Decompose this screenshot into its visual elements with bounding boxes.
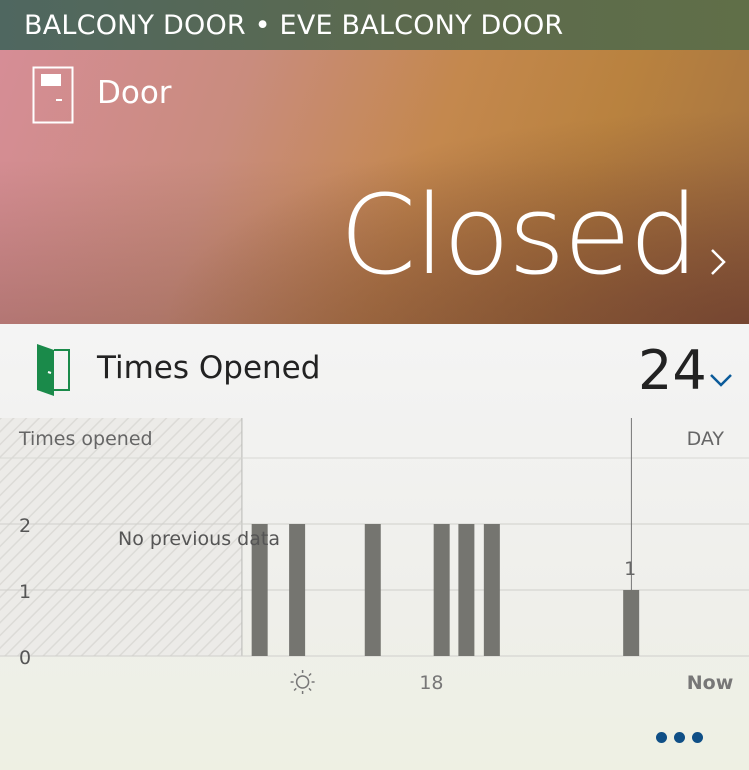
y-tick-label: 2: [19, 515, 31, 537]
metric-value[interactable]: 24: [638, 339, 707, 402]
more-icon[interactable]: [656, 730, 704, 746]
open-door-icon: [37, 344, 70, 396]
more-dot: [674, 732, 685, 743]
more-dot: [656, 732, 667, 743]
y-axis-title: Times opened: [18, 428, 153, 450]
x-tick-label: 18: [419, 672, 443, 694]
title-bar: BALCONY DOOR • EVE BALCONY DOOR: [0, 0, 749, 50]
times-opened-chart[interactable]: 0 1 2 1 18 Now Times opened DAY No previous d…: [0, 418, 749, 708]
bar: [289, 524, 306, 656]
chevron-down-icon[interactable]: [709, 372, 733, 388]
y-tick-label: 1: [19, 581, 31, 603]
accessory-type-label: Door: [97, 75, 172, 111]
door-status[interactable]: Closed: [340, 175, 699, 295]
page-title: BALCONY DOOR • EVE BALCONY DOOR: [24, 10, 564, 41]
x-tick-label: Now: [687, 672, 734, 694]
more-dot: [692, 732, 703, 743]
metric-label: Times Opened: [97, 350, 321, 386]
y-tick-label: 0: [19, 647, 31, 669]
no-data-label: No previous data: [118, 528, 280, 550]
chevron-right-icon[interactable]: [708, 246, 728, 278]
sun-icon: [290, 670, 315, 694]
bar: [483, 524, 500, 656]
bar: [458, 524, 475, 656]
bar: [433, 524, 450, 656]
bar: [623, 590, 640, 656]
period-selector[interactable]: DAY: [687, 428, 725, 450]
door-icon: [32, 66, 74, 124]
bar-value-label: 1: [624, 558, 636, 580]
bar: [364, 524, 381, 656]
